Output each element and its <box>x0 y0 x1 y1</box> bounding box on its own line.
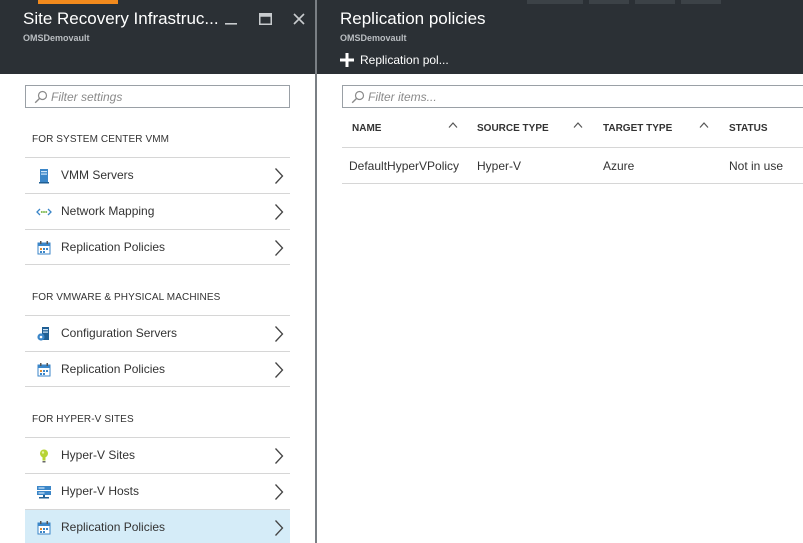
column-header-target-type[interactable]: TARGET TYPE <box>603 123 672 134</box>
blade-header: Replication policies OMSDemovault Replic… <box>317 0 803 74</box>
close-button[interactable] <box>288 8 310 30</box>
add-replication-policy-button[interactable]: Replication pol... <box>340 50 449 70</box>
menu-item-label: Network Mapping <box>61 204 155 218</box>
calendar-policy-icon <box>37 241 51 255</box>
configuration-server-icon <box>37 327 49 341</box>
menu-item-replication-policies-vmm[interactable]: Replication Policies <box>25 229 290 265</box>
maximize-button[interactable] <box>254 8 276 30</box>
menu-item-replication-policies-hyper-v[interactable]: Replication Policies <box>25 509 290 543</box>
network-mapping-icon <box>36 208 52 216</box>
blade-header: Site Recovery Infrastruc... OMSDemovault <box>0 0 315 74</box>
blade-subtitle: OMSDemovault <box>340 33 407 43</box>
filter-items-box <box>342 85 803 108</box>
chevron-right-icon <box>275 448 284 464</box>
sort-icon[interactable] <box>699 121 709 129</box>
search-icon <box>34 90 48 104</box>
cell-status: Not in use <box>729 159 784 173</box>
cell-target-type: Azure <box>603 159 635 173</box>
chevron-right-icon <box>275 240 284 256</box>
column-header-source-type[interactable]: SOURCE TYPE <box>477 123 549 134</box>
column-header-name[interactable]: NAME <box>352 123 381 134</box>
site-recovery-infrastructure-blade: Site Recovery Infrastruc... OMSDemovault… <box>0 0 315 543</box>
menu-item-hyper-v-sites[interactable]: Hyper-V Sites <box>25 437 290 473</box>
chevron-right-icon <box>275 168 284 184</box>
menu-item-replication-policies-vmware[interactable]: Replication Policies <box>25 351 290 387</box>
filter-items-input[interactable] <box>368 88 798 105</box>
journey-tab[interactable] <box>527 0 583 4</box>
journey-tab[interactable] <box>635 0 675 4</box>
journey-tab[interactable] <box>681 0 721 4</box>
journey-tab[interactable] <box>589 0 629 4</box>
minimize-button[interactable] <box>220 8 242 30</box>
server-icon <box>39 169 49 184</box>
minimize-icon <box>225 23 237 25</box>
menu-item-label: Replication Policies <box>61 240 166 254</box>
cell-name: DefaultHyperVPolicy <box>349 159 460 173</box>
section-title-vmware-physical: FOR VMWARE & PHYSICAL MACHINES <box>32 292 221 303</box>
calendar-policy-icon <box>37 521 51 535</box>
lightbulb-icon <box>40 449 48 463</box>
sort-icon[interactable] <box>573 121 583 129</box>
menu-item-label: Replication Policies <box>61 520 166 534</box>
menu-item-network-mapping[interactable]: Network Mapping <box>25 193 290 229</box>
maximize-icon <box>258 13 272 25</box>
filter-settings-box <box>25 85 290 108</box>
menu-item-label: Replication Policies <box>61 362 166 376</box>
host-icon <box>37 486 51 499</box>
section-title-system-center-vmm: FOR SYSTEM CENTER VMM <box>32 134 170 145</box>
chevron-right-icon <box>275 520 284 536</box>
menu-item-label: Configuration Servers <box>61 326 178 340</box>
search-icon <box>351 90 365 104</box>
blade-title: Site Recovery Infrastruc... <box>23 9 219 28</box>
chevron-right-icon <box>275 484 284 500</box>
active-tab-accent <box>38 0 118 4</box>
plus-icon <box>340 53 354 67</box>
filter-settings-input[interactable] <box>51 88 286 105</box>
chevron-right-icon <box>275 326 284 342</box>
blade-subtitle: OMSDemovault <box>23 33 90 43</box>
menu-item-label: VMM Servers <box>61 168 134 182</box>
table-row[interactable]: DefaultHyperVPolicy Hyper-V Azure Not in… <box>342 148 803 184</box>
menu-item-hyper-v-hosts[interactable]: Hyper-V Hosts <box>25 473 290 509</box>
replication-policies-blade: Replication policies OMSDemovault Replic… <box>317 0 803 543</box>
add-replication-policy-label: Replication pol... <box>360 53 449 67</box>
calendar-policy-icon <box>37 363 51 377</box>
sort-icon[interactable] <box>448 121 458 129</box>
blade-title: Replication policies <box>340 9 486 28</box>
journey-tab-strip <box>527 0 803 4</box>
close-icon <box>293 13 305 25</box>
menu-item-vmm-servers[interactable]: VMM Servers <box>25 157 290 193</box>
grid-header: NAME SOURCE TYPE TARGET TYPE STATUS <box>342 112 803 148</box>
menu-item-label: Hyper-V Sites <box>61 448 136 462</box>
cell-source-type: Hyper-V <box>477 159 522 173</box>
chevron-right-icon <box>275 204 284 220</box>
section-title-hyper-v-sites: FOR HYPER-V SITES <box>32 414 134 425</box>
menu-item-label: Hyper-V Hosts <box>61 484 140 498</box>
column-header-status[interactable]: STATUS <box>729 123 768 134</box>
chevron-right-icon <box>275 362 284 378</box>
menu-item-configuration-servers[interactable]: Configuration Servers <box>25 315 290 351</box>
